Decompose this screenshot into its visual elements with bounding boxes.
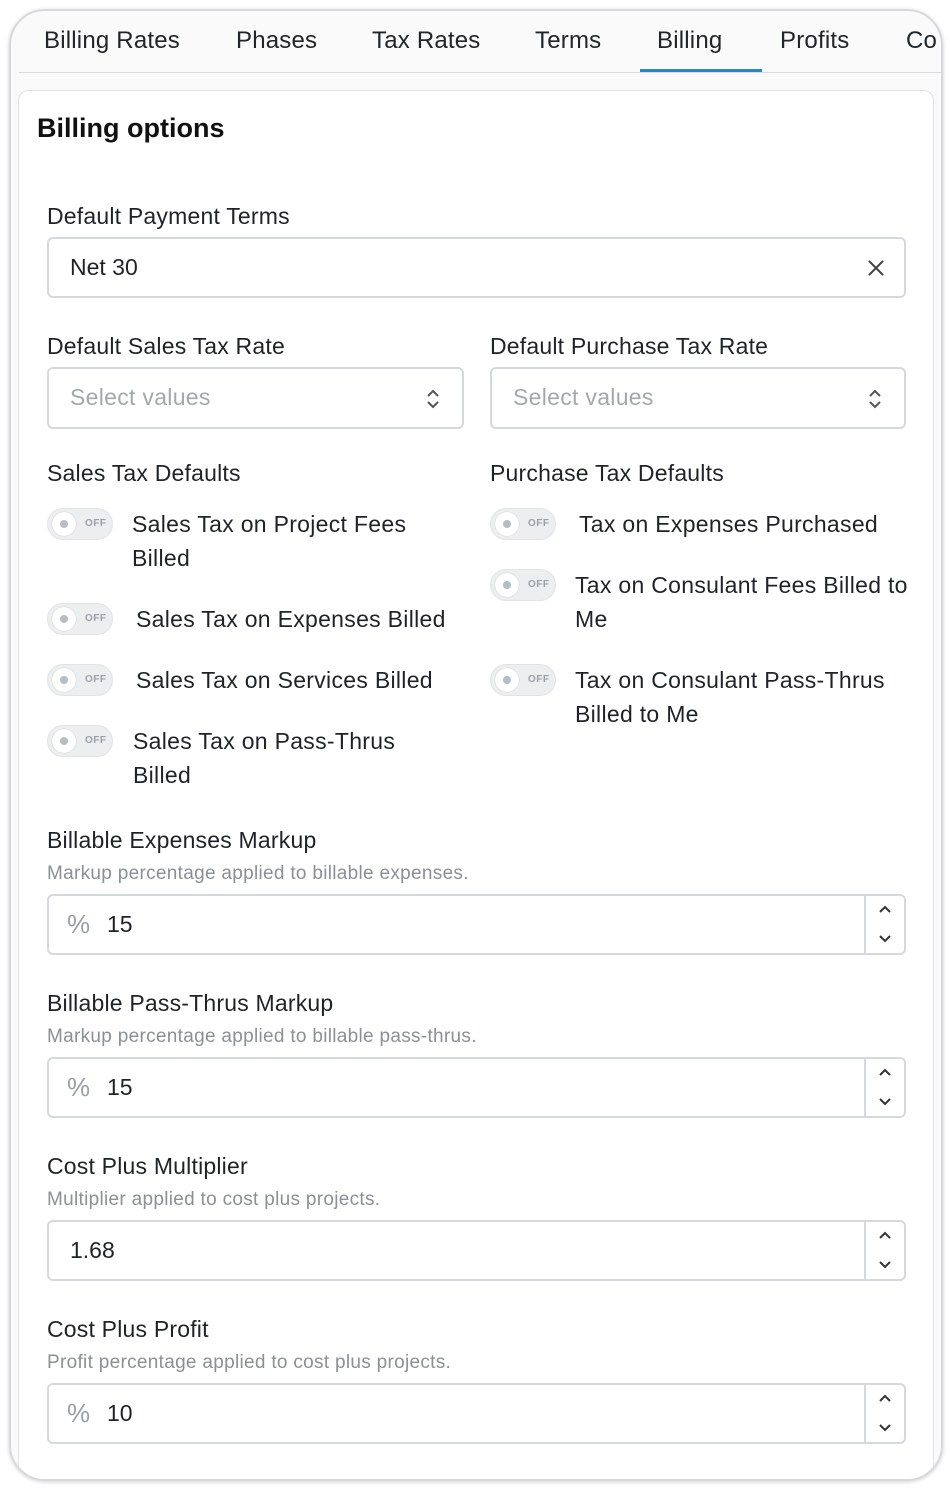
- toggle-state: OFF: [528, 518, 550, 529]
- increment-icon[interactable]: [878, 1066, 892, 1078]
- toggle-knob: [52, 729, 76, 753]
- sales-tax-expenses-label: Sales Tax on Expenses Billed: [136, 606, 446, 632]
- app-frame: Billing Rates Phases Tax Rates Terms Bil…: [9, 9, 943, 1481]
- sales-tax-defaults-heading: Sales Tax Defaults: [47, 460, 241, 486]
- number-stepper: [864, 896, 904, 953]
- toggle-knob: [52, 512, 76, 536]
- toggle-state: OFF: [528, 674, 550, 685]
- payment-terms-value: Net 30: [70, 254, 138, 280]
- tab-tax-rates[interactable]: Tax Rates: [372, 27, 481, 55]
- purchase-tax-rate-placeholder: Select values: [513, 384, 654, 410]
- number-stepper: [864, 1059, 904, 1116]
- chevron-updown-icon: [868, 388, 882, 415]
- tab-profits[interactable]: Profits: [780, 27, 849, 55]
- cost-plus-profit-input[interactable]: % 10: [47, 1383, 906, 1444]
- close-icon[interactable]: [866, 258, 886, 283]
- toggle-sales-tax-services[interactable]: OFF: [47, 664, 113, 696]
- sales-tax-rate-label: Default Sales Tax Rate: [47, 333, 285, 359]
- billing-options-card: Billing options Default Payment Terms Ne…: [18, 90, 934, 1479]
- expenses-markup-input[interactable]: % 15: [47, 894, 906, 955]
- tax-consultant-fees-label: Tax on Consulant Fees Billed to Me: [575, 572, 908, 632]
- passthru-markup-label: Billable Pass-Thrus Markup: [47, 990, 334, 1016]
- cost-plus-profit-help: Profit percentage applied to cost plus p…: [47, 1352, 452, 1373]
- purchase-tax-rate-select[interactable]: Select values: [490, 367, 906, 429]
- number-stepper: [864, 1222, 904, 1279]
- toggle-sales-tax-pass-thrus[interactable]: OFF: [47, 725, 113, 757]
- increment-icon[interactable]: [878, 1229, 892, 1241]
- toggle-tax-expenses-purchased[interactable]: OFF: [490, 508, 556, 540]
- chevron-updown-icon: [426, 388, 440, 415]
- toggle-knob: [495, 668, 519, 692]
- decrement-icon[interactable]: [878, 1259, 892, 1271]
- percent-prefix: %: [67, 909, 91, 939]
- toggle-tax-consultant-fees[interactable]: OFF: [490, 569, 556, 601]
- decrement-icon[interactable]: [878, 933, 892, 945]
- percent-prefix: %: [67, 1072, 91, 1102]
- increment-icon[interactable]: [878, 903, 892, 915]
- card-title: Billing options: [37, 113, 225, 143]
- sales-tax-rate-placeholder: Select values: [70, 384, 211, 410]
- sales-tax-pass-thrus-label: Sales Tax on Pass-Thrus Billed: [133, 728, 396, 788]
- toggle-knob: [52, 668, 76, 692]
- expenses-markup-label: Billable Expenses Markup: [47, 827, 317, 853]
- decrement-icon[interactable]: [878, 1422, 892, 1434]
- toggle-sales-tax-expenses[interactable]: OFF: [47, 603, 113, 635]
- tab-co[interactable]: Co: [906, 27, 937, 55]
- toggle-knob: [52, 607, 76, 631]
- passthru-markup-input[interactable]: % 15: [47, 1057, 906, 1118]
- passthru-markup-help: Markup percentage applied to billable pa…: [47, 1026, 477, 1047]
- cost-plus-multiplier-help: Multiplier applied to cost plus projects…: [47, 1189, 381, 1210]
- cost-plus-profit-label: Cost Plus Profit: [47, 1316, 209, 1342]
- toggle-state: OFF: [85, 613, 107, 624]
- tax-consultant-pass-thrus-label: Tax on Consulant Pass-Thrus Billed to Me: [575, 667, 885, 727]
- toggle-state: OFF: [85, 674, 107, 685]
- expenses-markup-value: 15: [107, 911, 133, 937]
- toggle-knob: [495, 512, 519, 536]
- passthru-markup-value: 15: [107, 1074, 133, 1100]
- tab-billing-rates[interactable]: Billing Rates: [44, 27, 180, 55]
- payment-terms-select[interactable]: Net 30: [47, 237, 906, 298]
- toggle-sales-tax-project-fees[interactable]: OFF: [47, 508, 113, 540]
- decrement-icon[interactable]: [878, 1096, 892, 1108]
- sales-tax-rate-select[interactable]: Select values: [47, 367, 464, 429]
- toggle-state: OFF: [85, 735, 107, 746]
- expenses-markup-help: Markup percentage applied to billable ex…: [47, 863, 469, 884]
- cost-plus-multiplier-label: Cost Plus Multiplier: [47, 1153, 248, 1179]
- cost-plus-profit-value: 10: [107, 1400, 133, 1426]
- toggle-state: OFF: [85, 518, 107, 529]
- cost-plus-multiplier-value: 1.68: [70, 1237, 115, 1263]
- payment-terms-label: Default Payment Terms: [47, 203, 290, 229]
- tab-billing[interactable]: Billing: [657, 27, 722, 55]
- sales-tax-project-fees-label: Sales Tax on Project Fees Billed: [132, 511, 407, 571]
- toggle-knob: [495, 573, 519, 597]
- cost-plus-multiplier-input[interactable]: 1.68: [47, 1220, 906, 1281]
- toggle-tax-consultant-pass-thrus[interactable]: OFF: [490, 664, 556, 696]
- tab-bar: Billing Rates Phases Tax Rates Terms Bil…: [19, 11, 941, 73]
- purchase-tax-defaults-heading: Purchase Tax Defaults: [490, 460, 724, 486]
- purchase-tax-rate-label: Default Purchase Tax Rate: [490, 333, 769, 359]
- tab-terms[interactable]: Terms: [535, 27, 601, 55]
- active-tab-indicator: [640, 69, 762, 72]
- increment-icon[interactable]: [878, 1392, 892, 1404]
- percent-prefix: %: [67, 1398, 91, 1428]
- toggle-state: OFF: [528, 579, 550, 590]
- tax-expenses-purchased-label: Tax on Expenses Purchased: [579, 511, 879, 537]
- tab-phases[interactable]: Phases: [236, 27, 317, 55]
- number-stepper: [864, 1385, 904, 1442]
- sales-tax-services-label: Sales Tax on Services Billed: [136, 667, 433, 693]
